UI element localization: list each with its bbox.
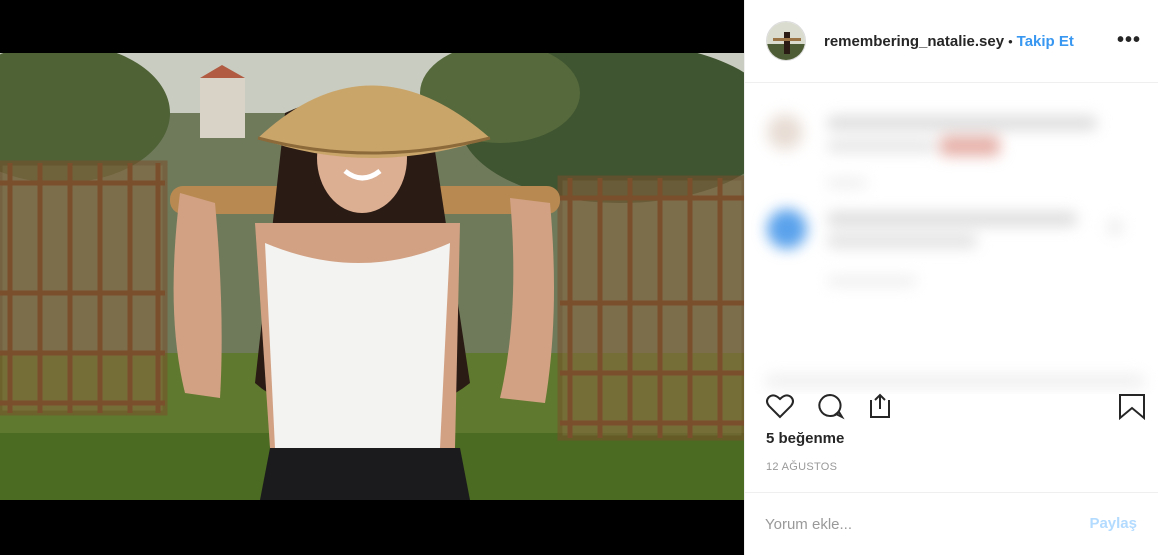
add-comment-section: Paylaş [745,492,1158,555]
comment-bubble-icon[interactable] [815,392,845,420]
bookmark-icon[interactable] [1117,392,1147,420]
post-comment-button[interactable]: Paylaş [1089,515,1137,532]
share-icon[interactable] [865,392,895,420]
avatar[interactable] [766,21,806,61]
comments-list[interactable] [745,84,1158,394]
comment-input[interactable] [765,513,1065,535]
post-media-pane [0,0,744,555]
follow-button[interactable]: Takip Et [1017,33,1074,50]
avatar-image [767,22,805,60]
post-actions [765,392,1145,420]
post-date: 12 AĞUSTOS [766,461,838,473]
heart-icon[interactable] [765,392,795,420]
post-photo[interactable] [0,53,744,500]
header-separator: • [1008,33,1013,49]
username-link[interactable]: remembering_natalie.sey [824,33,1004,50]
blurred-comments [745,84,1158,394]
likes-count[interactable]: 5 beğenme [766,430,844,447]
post-header: remembering_natalie.sey • Takip Et ••• [745,0,1158,83]
photo-image [0,53,744,500]
more-options-icon[interactable]: ••• [1117,30,1141,50]
post-side-panel: remembering_natalie.sey • Takip Et ••• 5… [744,0,1158,555]
